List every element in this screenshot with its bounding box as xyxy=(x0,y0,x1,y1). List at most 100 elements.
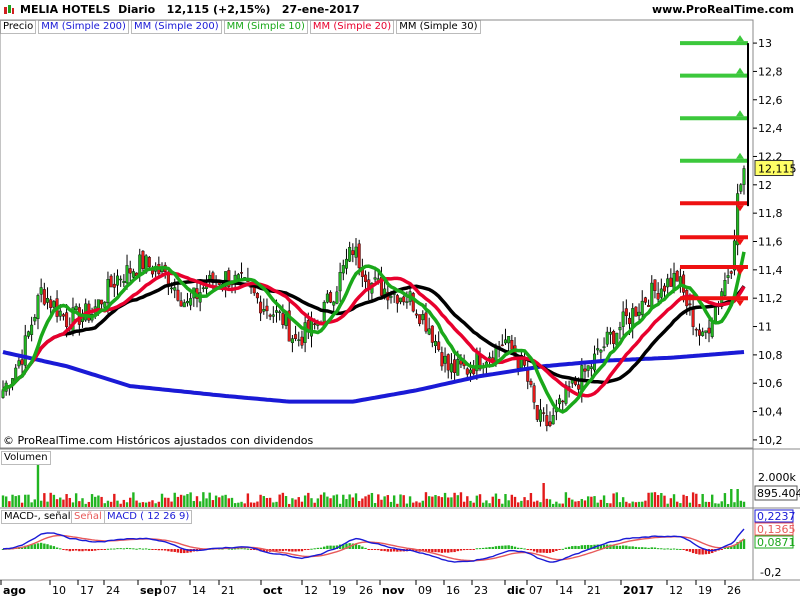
volume-bar xyxy=(129,497,132,507)
volume-bar xyxy=(100,496,103,507)
macd-value-label: 0,1365 xyxy=(757,523,796,536)
candle-body xyxy=(255,293,259,299)
volume-bar xyxy=(389,501,393,507)
volume-value: 895.404 xyxy=(757,487,800,500)
x-tick-label: 14 xyxy=(559,584,573,597)
macd-hist-bar xyxy=(520,547,523,549)
volume-bar xyxy=(224,494,227,507)
volume-bar xyxy=(660,493,663,507)
price-candle xyxy=(669,268,673,287)
macd-hist-bar xyxy=(138,548,141,550)
volume-bar xyxy=(132,492,135,507)
last-price-label: 12,115 xyxy=(758,163,797,176)
candle-body xyxy=(666,278,670,288)
volume-bar xyxy=(39,500,43,507)
macd-hist-bar xyxy=(144,548,148,550)
volume-bar xyxy=(81,498,84,507)
volume-bar xyxy=(459,492,463,507)
volume-bars xyxy=(1,465,746,507)
candle-body xyxy=(399,297,403,303)
macd-label[interactable]: MACD ( 12 26 9) xyxy=(104,510,193,524)
price-candle xyxy=(675,269,679,282)
volume-bar xyxy=(634,502,638,507)
price-candle xyxy=(538,398,542,427)
y-tick-label: 10,4 xyxy=(758,406,783,419)
volume-bar xyxy=(650,492,653,507)
price-candle xyxy=(421,310,425,325)
volume-bar xyxy=(618,502,622,507)
candle-body xyxy=(637,311,641,316)
macd-hist-bar xyxy=(545,549,549,554)
volume-bar xyxy=(539,502,542,507)
price-candle xyxy=(26,330,30,339)
candle-body xyxy=(344,258,348,269)
candle-body xyxy=(122,281,126,283)
volume-bar xyxy=(249,502,253,507)
volume-bar xyxy=(59,497,62,507)
candle-body xyxy=(42,289,46,305)
candle-body xyxy=(430,325,434,343)
price-candle xyxy=(74,303,78,311)
macd-hist-bar xyxy=(555,549,558,551)
volume-bar xyxy=(11,494,14,507)
price-candle xyxy=(265,298,269,319)
volume-bar xyxy=(408,496,412,507)
price-candle xyxy=(201,285,205,293)
price-candle xyxy=(704,330,708,340)
candle-body xyxy=(634,306,638,317)
price-candle xyxy=(141,250,145,273)
candle-body xyxy=(605,331,609,345)
volume-bar xyxy=(497,498,501,507)
macd-hist-bar xyxy=(373,549,377,550)
volume-bar xyxy=(106,500,110,507)
price-candle xyxy=(526,361,530,390)
candle-body xyxy=(507,336,511,344)
macd-signal-label[interactable]: MACD-, señal xyxy=(1,510,74,524)
volume-bar xyxy=(348,494,351,507)
macd-hist-bar xyxy=(81,549,84,552)
volume-bar xyxy=(599,499,603,507)
candle-body xyxy=(688,303,692,306)
candle-body xyxy=(691,308,695,327)
macd-hist-bar xyxy=(122,548,126,550)
volume-bar xyxy=(742,501,746,507)
macd-hist-bar xyxy=(36,543,40,549)
volume-bar xyxy=(90,494,94,507)
candle-body xyxy=(119,278,123,281)
x-tick-label: 21 xyxy=(221,584,235,597)
down-arrow-icon xyxy=(736,300,744,307)
candle-body xyxy=(125,265,129,284)
volume-bar xyxy=(590,496,593,507)
macd-hist-bar xyxy=(59,548,62,550)
price-candle xyxy=(329,290,333,304)
y-tick-label: 11 xyxy=(758,321,772,334)
volume-bar xyxy=(663,495,666,507)
price-candle xyxy=(33,314,37,326)
price-candle xyxy=(325,290,329,304)
candle-body xyxy=(577,384,581,390)
candle-body xyxy=(542,412,546,414)
candle-body xyxy=(236,274,240,279)
macd-hist-bar xyxy=(507,545,510,549)
volume-bar xyxy=(682,494,685,507)
macd-hist-bar xyxy=(46,544,49,549)
candle-body xyxy=(74,305,78,311)
macd-hist-bar xyxy=(319,547,323,549)
volume-bar xyxy=(68,497,71,507)
volume-bar xyxy=(517,502,520,507)
price-candle xyxy=(583,361,587,381)
x-tick-label: 07 xyxy=(163,584,177,597)
volume-label[interactable]: Volumen xyxy=(1,451,51,465)
volume-bar xyxy=(55,499,59,507)
macd-hist-bar xyxy=(167,549,170,552)
signal-label[interactable]: Señal xyxy=(71,510,105,524)
candle-body xyxy=(354,246,358,258)
macd-hist-bar xyxy=(71,549,75,551)
macd-hist-bar xyxy=(326,545,329,549)
macd-hist-bar xyxy=(316,547,320,549)
candle-body xyxy=(551,415,555,425)
price-candle xyxy=(713,305,717,323)
volume-bar xyxy=(491,496,494,507)
candle-body xyxy=(704,330,708,333)
candle-body xyxy=(131,271,135,278)
